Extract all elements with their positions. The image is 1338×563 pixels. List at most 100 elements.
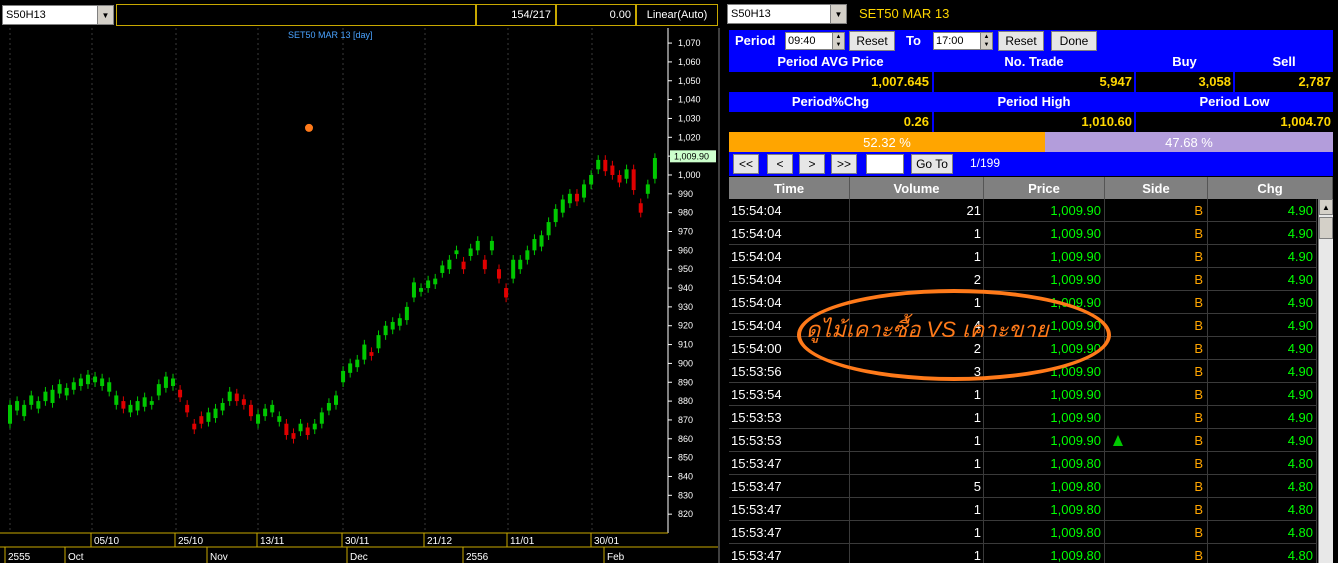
candle-body xyxy=(546,222,551,236)
table-row[interactable]: 15:53:47 1 1,009.80 B 4.80 xyxy=(729,452,1317,475)
candle-body xyxy=(220,402,225,411)
candle-body xyxy=(511,259,516,279)
vertical-scrollbar[interactable]: ▲ xyxy=(1318,199,1333,563)
candle-body xyxy=(15,401,20,411)
candle-body xyxy=(36,401,41,409)
ticker-symbol-select[interactable]: S50H13 ▼ xyxy=(727,4,847,24)
reset-from-button[interactable]: Reset xyxy=(849,31,895,51)
cell-side: B xyxy=(1105,498,1208,521)
period-to-input[interactable]: 17:00 ▲ ▼ xyxy=(933,32,993,50)
cell-chg: 4.90 xyxy=(1208,383,1317,406)
candle-body xyxy=(135,401,140,411)
candle-body xyxy=(199,416,204,424)
y-tick-label: 850 xyxy=(678,453,693,463)
cell-chg: 4.80 xyxy=(1208,452,1317,475)
candle-body xyxy=(617,174,622,183)
candle-body xyxy=(22,404,27,417)
chart-symbol-select[interactable]: S50H13 ▼ xyxy=(2,5,114,25)
avg-price-header: Period AVG Price xyxy=(777,54,884,69)
candle-body xyxy=(8,404,12,424)
table-row[interactable]: 15:54:04 21 1,009.90 B 4.90 xyxy=(729,199,1317,222)
table-row[interactable]: 15:54:04 2 1,009.90 B 4.90 xyxy=(729,268,1317,291)
no-trade-header: No. Trade xyxy=(1004,54,1064,69)
table-row[interactable]: 15:53:53 1 1,009.90 B 4.90 xyxy=(729,406,1317,429)
candle-body xyxy=(532,239,537,251)
y-tick-label: 970 xyxy=(678,227,693,237)
done-button[interactable]: Done xyxy=(1051,31,1097,51)
candle-body xyxy=(256,414,261,424)
cell-side: B xyxy=(1105,360,1208,383)
to-label: To xyxy=(906,33,921,48)
cell-price: 1,009.90 xyxy=(984,222,1105,245)
spinner-icon[interactable]: ▲ ▼ xyxy=(980,33,992,49)
candle-body xyxy=(489,240,494,251)
y-tick-label: 1,060 xyxy=(678,57,701,67)
candlestick-chart[interactable]: 820 830 840 850 860 870 880 890 900 910 920 930 940 9… xyxy=(0,28,718,563)
table-row[interactable]: 15:53:47 5 1,009.80 B 4.80 xyxy=(729,475,1317,498)
candle-body xyxy=(610,165,615,175)
candle-body xyxy=(248,404,253,417)
candle-body xyxy=(525,250,530,260)
scale-mode[interactable]: Linear(Auto) xyxy=(636,4,718,26)
spinner-icon[interactable]: ▲ ▼ xyxy=(832,33,844,49)
col-price[interactable]: Price xyxy=(984,177,1105,199)
scroll-thumb[interactable] xyxy=(1319,217,1333,239)
y-tick-label: 830 xyxy=(678,490,693,500)
cell-volume: 1 xyxy=(850,245,984,268)
table-row[interactable]: 15:54:04 1 1,009.90 B 4.90 xyxy=(729,222,1317,245)
cell-price: 1,009.90 xyxy=(984,406,1105,429)
cell-price: 1,009.90 xyxy=(984,268,1105,291)
chart-pane: S50H13 ▼ 154/217 0.00 Linear(Auto) 820 83… xyxy=(0,0,720,563)
y-tick-label: 890 xyxy=(678,377,693,387)
candle-body xyxy=(29,395,34,405)
table-row[interactable]: 15:53:53 1 1,009.90 B 4.90 xyxy=(729,429,1317,452)
cell-chg: 4.90 xyxy=(1208,199,1317,222)
scroll-up-icon[interactable]: ▲ xyxy=(1319,199,1333,215)
col-chg[interactable]: Chg xyxy=(1208,177,1333,199)
chart-toolbar-blank xyxy=(116,4,476,26)
period-bar: Period 09:40 ▲ ▼ Reset To 17:00 ▲ ▼ Reset … xyxy=(729,30,1333,52)
col-side[interactable]: Side xyxy=(1105,177,1208,199)
col-volume[interactable]: Volume xyxy=(850,177,984,199)
cell-chg: 4.90 xyxy=(1208,245,1317,268)
period-from-input[interactable]: 09:40 ▲ ▼ xyxy=(785,32,845,50)
candle-body xyxy=(213,408,218,419)
candle-body xyxy=(461,261,466,270)
cell-time: 15:54:04 xyxy=(729,222,850,245)
candle-body xyxy=(107,382,112,392)
table-row[interactable]: 15:53:54 1 1,009.90 B 4.90 xyxy=(729,383,1317,406)
chevron-down-icon[interactable]: ▼ xyxy=(97,6,113,24)
cell-time: 15:54:04 xyxy=(729,199,850,222)
candle-body xyxy=(319,412,324,424)
cell-side: B xyxy=(1105,245,1208,268)
page-input[interactable] xyxy=(866,154,904,174)
y-tick-label: 870 xyxy=(678,415,693,425)
first-page-button[interactable]: << xyxy=(733,154,759,174)
col-time[interactable]: Time xyxy=(729,177,850,199)
table-row[interactable]: 15:53:47 1 1,009.80 B 4.80 xyxy=(729,544,1317,563)
chart-toolbar: S50H13 ▼ 154/217 0.00 Linear(Auto) xyxy=(0,0,720,28)
candle-body xyxy=(376,335,381,349)
table-row[interactable]: 15:54:04 1 1,009.90 B 4.90 xyxy=(729,245,1317,268)
table-row[interactable]: 15:53:47 1 1,009.80 B 4.80 xyxy=(729,521,1317,544)
goto-button[interactable]: Go To xyxy=(911,154,953,174)
cell-volume: 1 xyxy=(850,452,984,475)
reset-to-button[interactable]: Reset xyxy=(998,31,1044,51)
candle-body xyxy=(567,193,572,204)
table-row[interactable]: 15:53:47 1 1,009.80 B 4.80 xyxy=(729,498,1317,521)
next-page-button[interactable]: > xyxy=(799,154,825,174)
cell-side: B xyxy=(1105,521,1208,544)
cell-side: B xyxy=(1105,291,1208,314)
period-chg-value: 0.26 xyxy=(903,114,929,129)
x-period-label: 2556 xyxy=(466,552,489,563)
candle-body xyxy=(277,416,282,422)
last-page-button[interactable]: >> xyxy=(831,154,857,174)
cell-side: B xyxy=(1105,268,1208,291)
candle-body xyxy=(652,158,657,179)
period-high-value: 1,010.60 xyxy=(1081,114,1132,129)
candle-body xyxy=(241,399,246,405)
prev-page-button[interactable]: < xyxy=(767,154,793,174)
candle-body xyxy=(78,378,83,387)
candle-body xyxy=(305,427,310,436)
chevron-down-icon[interactable]: ▼ xyxy=(830,5,846,23)
